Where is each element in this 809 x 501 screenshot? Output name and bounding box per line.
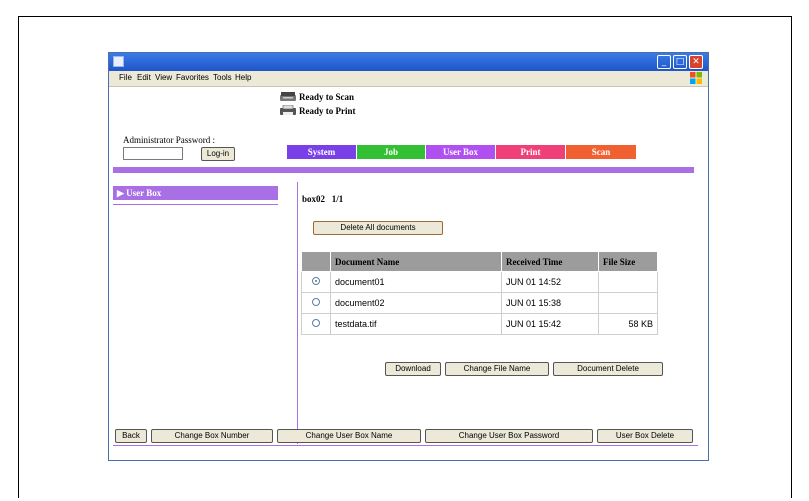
table-row[interactable]: document02 JUN 01 15:38 (301, 292, 658, 314)
scanner-icon (280, 92, 296, 101)
documents-table: Document Name Received Time File Size do… (301, 251, 658, 335)
box-title: box02 1/1 (302, 194, 344, 204)
back-button[interactable]: Back (115, 429, 147, 443)
change-user-box-name-button[interactable]: Change User Box Name (277, 429, 421, 443)
app-icon (113, 56, 124, 67)
user-box-delete-button[interactable]: User Box Delete (597, 429, 693, 443)
menu-help[interactable]: Help (235, 73, 251, 82)
change-box-number-button[interactable]: Change Box Number (151, 429, 273, 443)
windows-logo-icon (690, 72, 702, 84)
table-row[interactable]: document01 JUN 01 14:52 (301, 271, 658, 293)
admin-password-label: Administrator Password : (123, 135, 215, 145)
change-user-box-password-button[interactable]: Change User Box Password (425, 429, 593, 443)
menu-tools[interactable]: Tools (213, 73, 232, 82)
tab-scan[interactable]: Scan (566, 145, 636, 159)
close-button[interactable]: ✕ (689, 55, 703, 69)
column-header-file-size: File Size (598, 251, 658, 272)
menu-bar: File Edit View Favorites Tools Help (109, 71, 708, 87)
row-radio[interactable] (312, 298, 320, 306)
tab-print[interactable]: Print (496, 145, 565, 159)
sidebar-item-user-box[interactable]: ▶ User Box (113, 186, 278, 200)
sidebar-item-label: User Box (126, 188, 162, 198)
column-header-received-time: Received Time (501, 251, 599, 272)
column-header-document-name: Document Name (330, 251, 502, 272)
admin-password-input[interactable] (123, 147, 183, 160)
browser-window: _ □ ✕ File Edit View Favorites Tools Hel… (108, 52, 709, 461)
column-header-select (301, 251, 331, 272)
menu-favorites[interactable]: Favorites (176, 73, 209, 82)
document-delete-button[interactable]: Document Delete (553, 362, 663, 376)
tab-system[interactable]: System (287, 145, 356, 159)
tab-job[interactable]: Job (357, 145, 425, 159)
printer-icon (280, 105, 296, 115)
file-size (598, 271, 658, 293)
table-header-row: Document Name Received Time File Size (301, 251, 658, 272)
received-time: JUN 01 15:42 (501, 313, 599, 335)
tab-user-box[interactable]: User Box (426, 145, 495, 159)
document-name: document02 (330, 292, 502, 314)
vertical-divider (297, 182, 298, 444)
change-file-name-button[interactable]: Change File Name (445, 362, 549, 376)
download-button[interactable]: Download (385, 362, 441, 376)
delete-all-documents-button[interactable]: Delete All documents (313, 221, 443, 235)
footer-divider (113, 445, 698, 446)
scan-status: Ready to Scan (299, 92, 355, 102)
print-status: Ready to Print (299, 106, 356, 116)
title-bar: _ □ ✕ (109, 53, 708, 71)
row-radio[interactable] (312, 319, 320, 327)
triangle-right-icon: ▶ (117, 188, 124, 198)
menu-view[interactable]: View (155, 73, 172, 82)
received-time: JUN 01 14:52 (501, 271, 599, 293)
file-size: 58 KB (598, 313, 658, 335)
row-radio-selected[interactable] (312, 277, 320, 285)
sidebar-divider (113, 204, 278, 205)
document-name: document01 (330, 271, 502, 293)
page-content: Ready to Scan Ready to Print Administrat… (109, 87, 708, 460)
file-size (598, 292, 658, 314)
document-name: testdata.tif (330, 313, 502, 335)
minimize-button[interactable]: _ (657, 55, 671, 69)
table-row[interactable]: testdata.tif JUN 01 15:42 58 KB (301, 313, 658, 335)
received-time: JUN 01 15:38 (501, 292, 599, 314)
login-button[interactable]: Log-in (201, 147, 235, 161)
menu-edit[interactable]: Edit (137, 73, 151, 82)
menu-file[interactable]: File (119, 73, 132, 82)
maximize-button[interactable]: □ (673, 55, 687, 69)
header-divider (113, 167, 694, 173)
